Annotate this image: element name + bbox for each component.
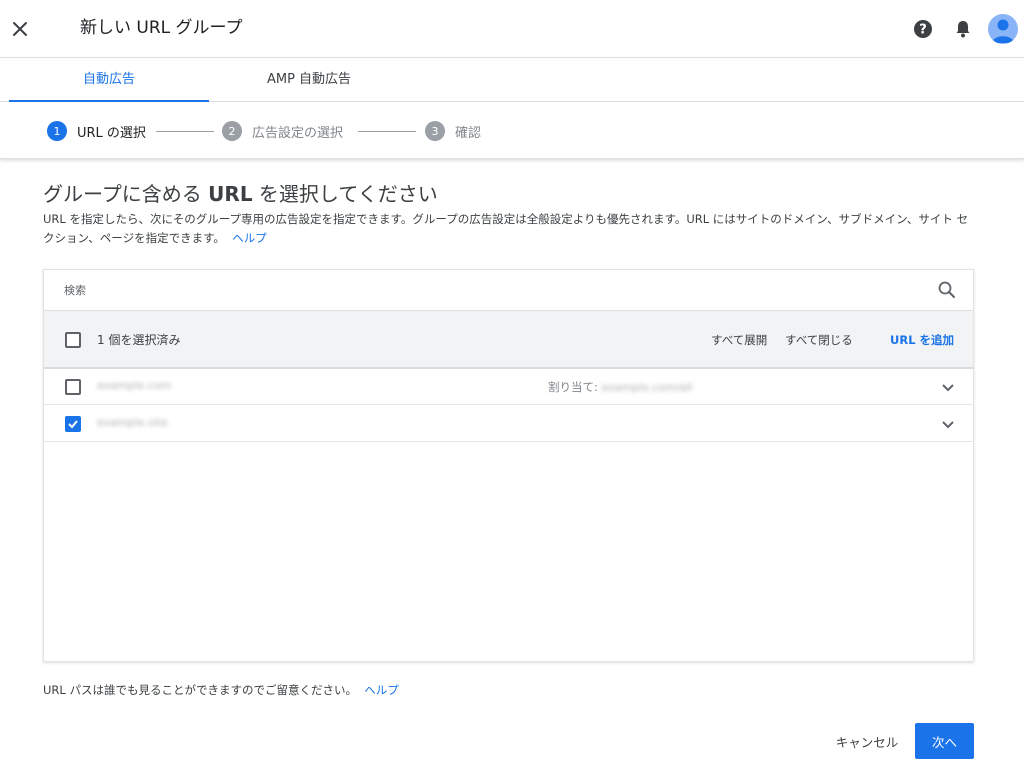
list-header-row: 1 個を選択済み すべて展開 すべて閉じる URL を追加: [44, 311, 973, 369]
next-button[interactable]: 次へ: [915, 723, 974, 759]
help-link[interactable]: ヘルプ: [232, 231, 267, 245]
step-confirm: 3 確認: [425, 120, 481, 142]
search-input[interactable]: [56, 276, 916, 304]
chevron-down-icon[interactable]: [939, 415, 957, 433]
add-url-button[interactable]: URL を追加: [890, 332, 954, 348]
heading-text-suffix: を選択してください: [252, 182, 438, 206]
search-icon[interactable]: [937, 280, 957, 300]
stepper: 1 URL の選択 2 広告設定の選択 3 確認: [0, 102, 1024, 159]
cancel-button[interactable]: キャンセル: [824, 723, 910, 759]
description-text: URL を指定したら、次にそのグループ専用の広告設定を指定できます。グループの広…: [43, 212, 969, 245]
help-icon[interactable]: ?: [912, 18, 934, 40]
step-label: URL の選択: [77, 125, 146, 141]
select-all-checkbox[interactable]: [65, 332, 81, 348]
heading-bold: URL: [208, 182, 253, 206]
search-row: [44, 270, 973, 311]
svg-text:?: ?: [919, 23, 927, 38]
collapse-all-button[interactable]: すべて閉じる: [785, 332, 853, 348]
step-connector: [156, 131, 214, 132]
step-label: 確認: [455, 125, 482, 141]
row-checkbox-checked[interactable]: [65, 416, 81, 432]
url-text: example.com: [97, 379, 172, 392]
tab-auto-ads[interactable]: 自動広告: [9, 58, 209, 102]
step-label: 広告設定の選択: [252, 125, 344, 141]
step-select-url: 1 URL の選択: [47, 120, 146, 142]
assigned-value: example.com/all: [601, 381, 693, 394]
url-list-card: 1 個を選択済み すべて展開 すべて閉じる URL を追加 example.co…: [43, 269, 974, 662]
expand-all-button[interactable]: すべて展開: [711, 332, 767, 348]
footer-note: URL パスは誰でも見ることができますのでご留意ください。 ヘルプ: [43, 682, 399, 698]
table-row[interactable]: example.site: [44, 406, 973, 442]
heading-text: グループに含める: [43, 182, 209, 206]
step-number: 3: [425, 121, 445, 141]
footer-help-link[interactable]: ヘルプ: [364, 683, 399, 697]
tab-amp-auto-ads[interactable]: AMP 自動広告: [209, 58, 409, 102]
step-select-ad-settings: 2 広告設定の選択: [222, 120, 343, 142]
top-bar: 新しい URL グループ ?: [0, 0, 1024, 58]
chevron-down-icon[interactable]: [939, 378, 957, 396]
assigned-label: 割り当て: example.com/all: [548, 379, 692, 395]
step-number: 1: [47, 121, 67, 141]
step-connector: [358, 131, 416, 132]
page-title: 新しい URL グループ: [80, 18, 243, 38]
url-text: example.site: [97, 416, 168, 429]
section-description: URL を指定したら、次にそのグループ専用の広告設定を指定できます。グループの広…: [43, 210, 978, 248]
close-icon[interactable]: [8, 17, 32, 41]
check-icon: [68, 420, 78, 429]
ad-type-tabs: 自動広告 AMP 自動広告: [0, 58, 1024, 102]
table-row[interactable]: example.com 割り当て: example.com/all: [44, 369, 973, 405]
step-number: 2: [222, 121, 242, 141]
footer-note-text: URL パスは誰でも見ることができますのでご留意ください。: [43, 683, 357, 697]
selected-count: 1 個を選択済み: [97, 333, 181, 347]
section-heading: グループに含める URL を選択してください: [43, 180, 438, 208]
assigned-prefix: 割り当て:: [548, 380, 598, 394]
notifications-bell-icon[interactable]: [952, 18, 974, 40]
row-checkbox[interactable]: [65, 379, 81, 395]
account-avatar[interactable]: [988, 14, 1018, 44]
